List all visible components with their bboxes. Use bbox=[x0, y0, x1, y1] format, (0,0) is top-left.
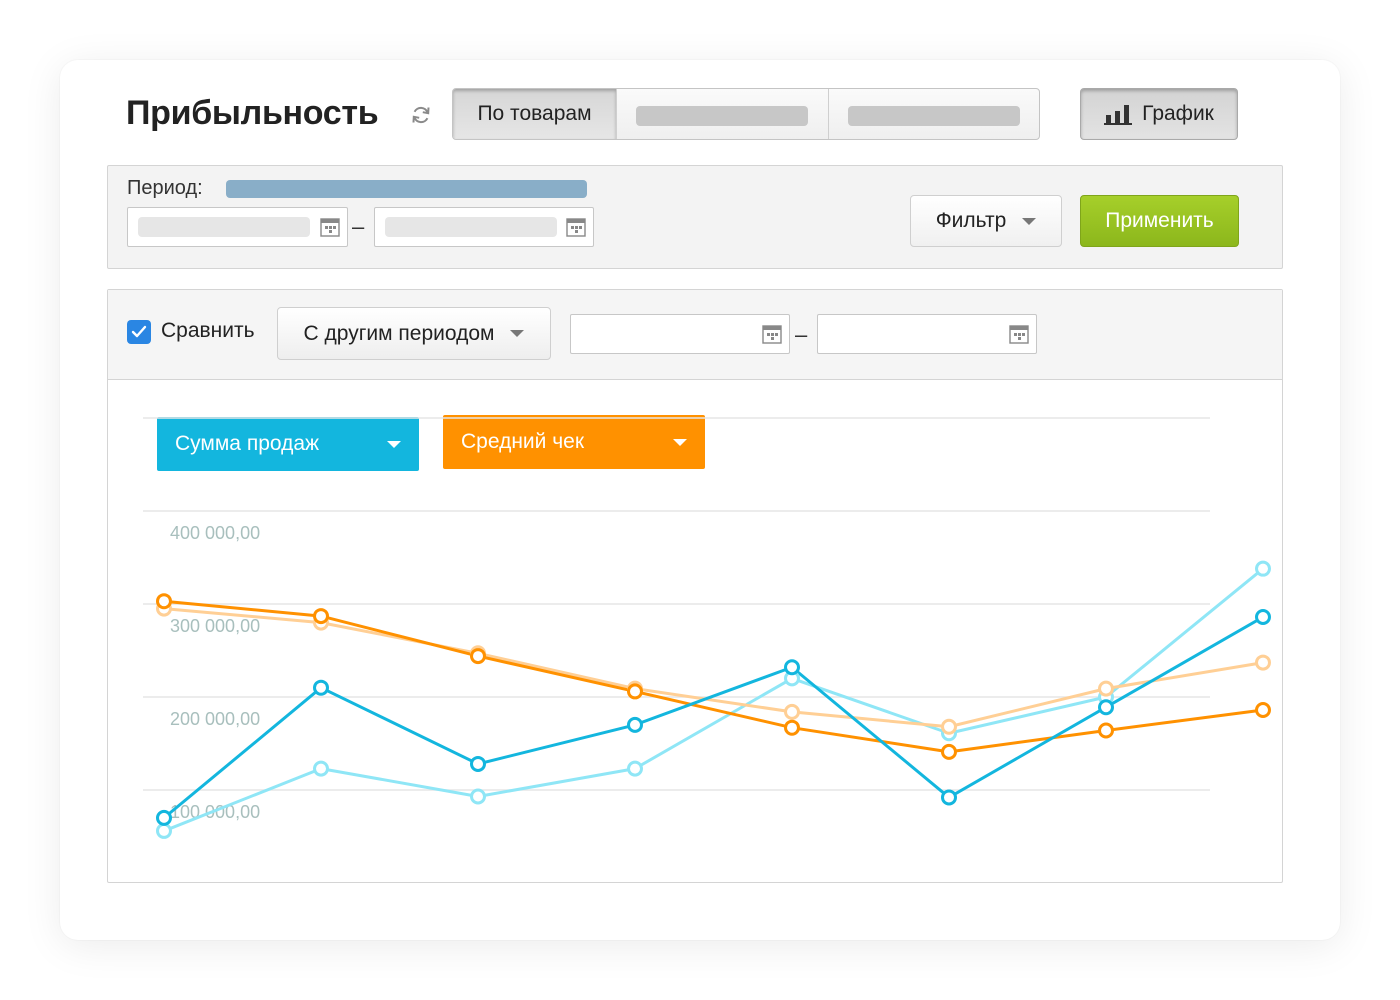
period-value-placeholder bbox=[226, 180, 587, 198]
chevron-down-icon bbox=[1022, 217, 1037, 225]
data-point[interactable] bbox=[627, 683, 643, 700]
compare-mode-label: С другим периодом bbox=[303, 321, 495, 345]
data-point[interactable] bbox=[313, 608, 329, 625]
data-point[interactable] bbox=[784, 703, 800, 720]
filter-label: Фильтр bbox=[935, 209, 1007, 232]
compare-mode-dropdown[interactable]: С другим периодом bbox=[277, 307, 551, 360]
data-point[interactable] bbox=[941, 743, 957, 760]
data-point[interactable] bbox=[470, 755, 486, 772]
bar-chart-icon bbox=[1104, 105, 1133, 125]
data-point[interactable] bbox=[156, 822, 172, 839]
apply-label: Применить bbox=[1105, 209, 1214, 232]
data-point[interactable] bbox=[1098, 699, 1114, 716]
data-point[interactable] bbox=[156, 593, 172, 610]
tab-placeholder-3[interactable] bbox=[829, 89, 1039, 139]
checkmark-icon bbox=[131, 325, 147, 338]
calendar-icon[interactable] bbox=[566, 217, 586, 237]
data-point[interactable] bbox=[1255, 654, 1271, 671]
chevron-down-icon bbox=[510, 330, 525, 337]
tab-by-products[interactable]: По товарам bbox=[453, 89, 617, 139]
data-point[interactable] bbox=[313, 679, 329, 696]
data-point[interactable] bbox=[470, 788, 486, 805]
tab-label-placeholder bbox=[636, 106, 808, 126]
data-point[interactable] bbox=[941, 789, 957, 806]
compare-checkbox[interactable] bbox=[127, 320, 151, 344]
chevron-down-icon bbox=[673, 438, 687, 446]
data-point[interactable] bbox=[470, 648, 486, 665]
data-point[interactable] bbox=[784, 659, 800, 676]
data-point[interactable] bbox=[941, 718, 957, 735]
chevron-down-icon bbox=[387, 440, 401, 448]
metric-sales-label: Сумма продаж bbox=[175, 432, 320, 455]
period-label: Период: bbox=[127, 177, 203, 199]
metric-sales-dropdown[interactable]: Сумма продаж bbox=[157, 417, 419, 471]
compare-separator: – bbox=[795, 322, 808, 347]
period-separator: – bbox=[352, 214, 365, 239]
data-point[interactable] bbox=[627, 760, 643, 777]
data-point[interactable] bbox=[156, 809, 172, 826]
period-start-input[interactable] bbox=[127, 207, 348, 247]
data-point[interactable] bbox=[627, 716, 643, 733]
chart-view-button[interactable]: График bbox=[1080, 88, 1238, 140]
view-tabs: По товарам bbox=[452, 88, 1040, 140]
date-value-placeholder bbox=[138, 217, 310, 237]
calendar-icon[interactable] bbox=[1009, 324, 1029, 344]
period-end-input[interactable] bbox=[374, 207, 594, 247]
chart-view-label: График bbox=[1142, 102, 1214, 125]
tab-label-placeholder bbox=[848, 106, 1020, 126]
data-point[interactable] bbox=[1255, 560, 1271, 577]
refresh-icon[interactable] bbox=[410, 104, 432, 126]
compare-end-input[interactable] bbox=[817, 314, 1037, 354]
page-title: Прибыльность bbox=[126, 94, 379, 132]
calendar-icon[interactable] bbox=[762, 324, 782, 344]
metric-avg-check-dropdown[interactable]: Средний чек bbox=[443, 415, 705, 469]
compare-start-input[interactable] bbox=[570, 314, 790, 354]
metric-avg-check-label: Средний чек bbox=[461, 430, 585, 453]
date-value-placeholder bbox=[385, 217, 557, 237]
data-point[interactable] bbox=[1098, 722, 1114, 739]
tab-placeholder-2[interactable] bbox=[617, 89, 829, 139]
data-point[interactable] bbox=[313, 760, 329, 777]
calendar-icon[interactable] bbox=[320, 217, 340, 237]
compare-label: Сравнить bbox=[161, 319, 255, 342]
data-point[interactable] bbox=[784, 719, 800, 736]
filter-dropdown[interactable]: Фильтр bbox=[910, 195, 1062, 247]
apply-button[interactable]: Применить bbox=[1080, 195, 1239, 247]
data-point[interactable] bbox=[1098, 680, 1114, 697]
data-point[interactable] bbox=[1255, 609, 1271, 626]
data-point[interactable] bbox=[1255, 702, 1271, 719]
